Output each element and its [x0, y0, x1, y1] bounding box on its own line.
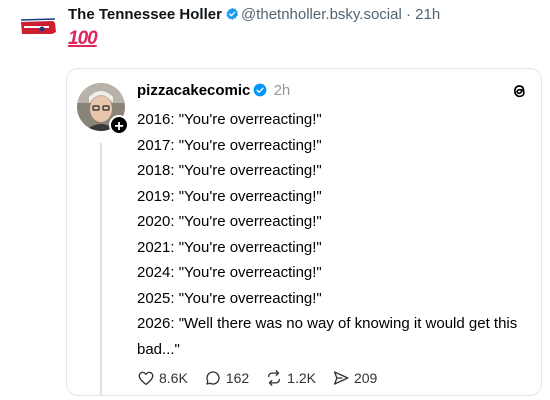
- reply-count: 162: [225, 370, 250, 386]
- outer-author-name[interactable]: The Tennessee Holler: [68, 6, 222, 23]
- hundred-points-emoji: 100: [68, 28, 98, 49]
- post-line: 2020: "You're overreacting!": [137, 213, 322, 230]
- post-line: 2016: "You're overreacting!": [137, 111, 322, 128]
- send-icon: [333, 371, 349, 385]
- reply-button[interactable]: 162: [204, 369, 249, 387]
- verified-badge-icon: [225, 7, 239, 26]
- comment-icon: [206, 371, 220, 385]
- repost-icon: [268, 370, 281, 386]
- like-count: 8.6K: [159, 370, 188, 386]
- outer-author-handle[interactable]: @thetnholler.bsky.social: [241, 6, 402, 23]
- share-button[interactable]: 209: [332, 369, 377, 387]
- post-line: 2019: "You're overreacting!": [137, 187, 322, 205]
- threads-verified-badge-icon: [253, 83, 267, 102]
- follow-plus-icon[interactable]: +: [109, 115, 129, 135]
- tn-holler-logo-icon: [18, 8, 58, 48]
- quoted-post-body: 2016: "You're overreacting!" 2017: "You'…: [137, 107, 532, 362]
- post-line: 2018: "You're overreacting!": [137, 162, 322, 179]
- quoted-threads-post-card[interactable]: + pizzacakecomic 2h 2016: "You're overre…: [66, 68, 542, 396]
- quoted-post-header: pizzacakecomic 2h: [137, 82, 290, 102]
- threads-logo-icon[interactable]: [509, 81, 529, 106]
- repost-count: 1.2K: [287, 370, 316, 386]
- outer-post-header: The Tennessee Holler @thetnholler.bsky.so…: [68, 6, 440, 26]
- quoted-author-name[interactable]: pizzacakecomic: [137, 82, 250, 99]
- repost-button[interactable]: 1.2K: [265, 369, 316, 387]
- outer-post-time[interactable]: 21h: [415, 6, 440, 23]
- thread-line: [100, 143, 102, 395]
- post-line: 2017: "You're overreacting!": [137, 136, 322, 154]
- share-count: 209: [353, 370, 378, 386]
- separator-dot: ·: [406, 6, 411, 23]
- post-actions-bar: 8.6K 162 1.2K 209: [137, 369, 393, 387]
- post-line: 2021: "You're overreacting!": [137, 238, 322, 256]
- post-line: 2024: "You're overreacting!": [137, 264, 322, 281]
- post-line: 2025: "You're overreacting!": [137, 289, 322, 307]
- heart-icon: [138, 371, 154, 386]
- quoted-post-time[interactable]: 2h: [274, 82, 291, 99]
- post-line: 2026: "Well there was no way of knowing …: [137, 315, 518, 358]
- tn-holler-avatar[interactable]: [18, 8, 58, 48]
- like-button[interactable]: 8.6K: [137, 369, 188, 387]
